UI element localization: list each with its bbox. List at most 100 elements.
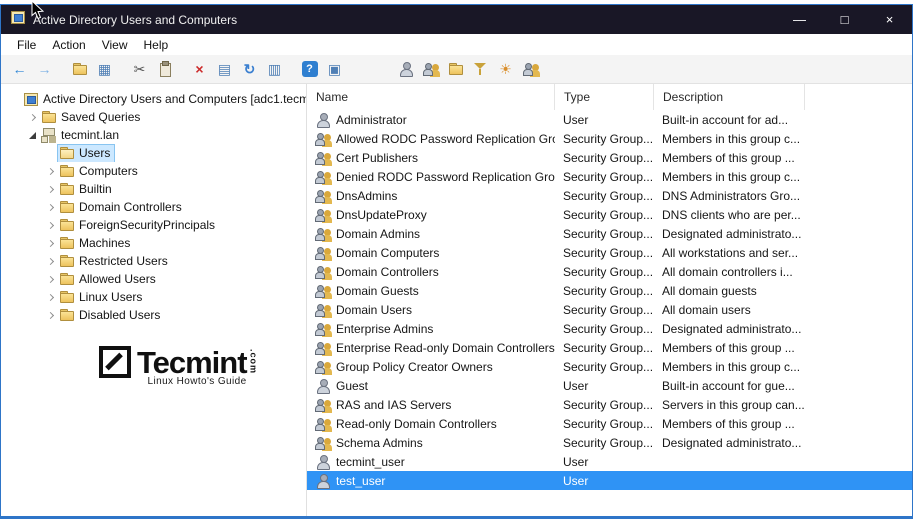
title-bar[interactable]: Active Directory Users and Computers —□× (1, 5, 912, 34)
list-row-tecmint-user[interactable]: tecmint_userUser (307, 452, 912, 471)
list-row-domain-controllers[interactable]: Domain ControllersSecurity Group...All d… (307, 262, 912, 281)
window-icon[interactable]: ▣ (322, 57, 347, 81)
chevron-collapsed-icon[interactable] (43, 313, 58, 318)
up-one-level-icon[interactable] (67, 57, 92, 81)
list-row-administrator[interactable]: AdministratorUserBuilt-in account for ad… (307, 110, 912, 129)
user-icon (315, 454, 331, 470)
list-header: NameTypeDescription (307, 84, 912, 110)
forward-icon[interactable]: → (32, 57, 57, 81)
chevron-expanded-icon[interactable] (25, 132, 40, 139)
row-type: Security Group... (563, 284, 653, 298)
cell-name: Administrator (307, 110, 555, 129)
minimize-button[interactable]: — (777, 5, 822, 34)
cell-description: All domain controllers i... (654, 262, 805, 281)
tree-item-content: Builtin (58, 181, 116, 198)
row-name: Domain Computers (336, 246, 439, 260)
row-name: Cert Publishers (336, 151, 418, 165)
menu-help[interactable]: Help (136, 36, 177, 54)
tree-item-allowed-users[interactable]: Allowed Users (1, 270, 306, 288)
cell-description: Designated administrato... (654, 319, 805, 338)
list-row-dnsadmins[interactable]: DnsAdminsSecurity Group...DNS Administra… (307, 186, 912, 205)
chevron-collapsed-icon[interactable] (43, 259, 58, 264)
chevron-collapsed-icon[interactable] (43, 295, 58, 300)
tree-item-users[interactable]: Users (1, 144, 306, 162)
main-area: Active Directory Users and Computers [ad… (1, 84, 912, 516)
chevron-collapsed-icon[interactable] (43, 223, 58, 228)
user-icon (315, 112, 331, 128)
tree-item-restricted-users[interactable]: Restricted Users (1, 252, 306, 270)
new-group-icon[interactable] (418, 57, 443, 81)
tree-item-saved-queries[interactable]: Saved Queries (1, 108, 306, 126)
list-row-domain-computers[interactable]: Domain ComputersSecurity Group...All wor… (307, 243, 912, 262)
list-row-domain-guests[interactable]: Domain GuestsSecurity Group...All domain… (307, 281, 912, 300)
tree-item-builtin[interactable]: Builtin (1, 180, 306, 198)
row-name: Enterprise Read-only Domain Controllers (336, 341, 555, 355)
folder-icon (59, 271, 75, 287)
help-icon[interactable]: ? (297, 57, 322, 81)
list-row-guest[interactable]: GuestUserBuilt-in account for gue... (307, 376, 912, 395)
tree-item-label: tecmint.lan (61, 128, 119, 142)
tree-item-disabled-users[interactable]: Disabled Users (1, 306, 306, 324)
chevron-collapsed-icon[interactable] (43, 205, 58, 210)
tree-item-tecmint-lan[interactable]: tecmint.lan (1, 126, 306, 144)
tree-item-active-directory-users-and-computers-adc1-tecmin[interactable]: Active Directory Users and Computers [ad… (1, 90, 306, 108)
refresh-icon[interactable]: ↻ (237, 57, 262, 81)
show-console-tree-icon[interactable]: ▦ (92, 57, 117, 81)
row-name: Administrator (336, 113, 407, 127)
folder-icon (59, 235, 75, 251)
watermark-brand: Tecmint (137, 347, 247, 378)
menu-view[interactable]: View (94, 36, 136, 54)
cell-name: Cert Publishers (307, 148, 555, 167)
advanced-actions-icon[interactable] (518, 57, 543, 81)
new-ou-icon[interactable] (443, 57, 468, 81)
chevron-collapsed-icon[interactable] (43, 169, 58, 174)
list-row-group-policy-creator-owners[interactable]: Group Policy Creator OwnersSecurity Grou… (307, 357, 912, 376)
chevron-collapsed-icon[interactable] (43, 277, 58, 282)
chevron-collapsed-icon[interactable] (25, 115, 40, 120)
row-type: Security Group... (563, 265, 653, 279)
tree-item-domain-controllers[interactable]: Domain Controllers (1, 198, 306, 216)
back-icon[interactable]: ← (7, 57, 32, 81)
cut-icon[interactable]: ✂ (127, 57, 152, 81)
export-list-icon[interactable]: ▤ (212, 57, 237, 81)
list-row-dnsupdateproxy[interactable]: DnsUpdateProxySecurity Group...DNS clien… (307, 205, 912, 224)
tree-item-computers[interactable]: Computers (1, 162, 306, 180)
delete-icon[interactable]: × (187, 57, 212, 81)
list-row-denied-rodc-password-replication-group[interactable]: Denied RODC Password Replication GroupSe… (307, 167, 912, 186)
close-button[interactable]: × (867, 5, 912, 34)
column-header-description[interactable]: Description (654, 84, 805, 110)
list-row-allowed-rodc-password-replication-gro[interactable]: Allowed RODC Password Replication Gro...… (307, 129, 912, 148)
find-icon[interactable]: ☀ (493, 57, 518, 81)
row-name: DnsAdmins (336, 189, 397, 203)
list-row-schema-admins[interactable]: Schema AdminsSecurity Group...Designated… (307, 433, 912, 452)
row-type: Security Group... (563, 398, 653, 412)
list-row-domain-users[interactable]: Domain UsersSecurity Group...All domain … (307, 300, 912, 319)
column-header-type[interactable]: Type (555, 84, 654, 110)
list-row-cert-publishers[interactable]: Cert PublishersSecurity Group...Members … (307, 148, 912, 167)
list-row-domain-admins[interactable]: Domain AdminsSecurity Group...Designated… (307, 224, 912, 243)
group-icon (315, 321, 331, 337)
chevron-collapsed-icon[interactable] (43, 241, 58, 246)
cell-description: Built-in account for gue... (654, 376, 805, 395)
new-user-icon[interactable] (393, 57, 418, 81)
tree-item-machines[interactable]: Machines (1, 234, 306, 252)
column-header-name[interactable]: Name (307, 84, 555, 110)
tree-item-linux-users[interactable]: Linux Users (1, 288, 306, 306)
list-row-read-only-domain-controllers[interactable]: Read-only Domain ControllersSecurity Gro… (307, 414, 912, 433)
tree-item-foreignsecurityprincipals[interactable]: ForeignSecurityPrincipals (1, 216, 306, 234)
chevron-collapsed-icon[interactable] (43, 187, 58, 192)
list-row-enterprise-read-only-domain-controllers[interactable]: Enterprise Read-only Domain ControllersS… (307, 338, 912, 357)
maximize-button[interactable]: □ (822, 5, 867, 34)
cell-name: Domain Admins (307, 224, 555, 243)
properties-icon[interactable]: ▥ (262, 57, 287, 81)
menu-file[interactable]: File (9, 36, 44, 54)
set-filter-icon[interactable] (468, 57, 493, 81)
group-icon (315, 302, 331, 318)
row-type: Security Group... (563, 322, 653, 336)
paste-icon[interactable] (152, 57, 177, 81)
list-row-test-user[interactable]: test_userUser (307, 471, 912, 490)
list-row-ras-and-ias-servers[interactable]: RAS and IAS ServersSecurity Group...Serv… (307, 395, 912, 414)
menu-action[interactable]: Action (44, 36, 93, 54)
list-row-enterprise-admins[interactable]: Enterprise AdminsSecurity Group...Design… (307, 319, 912, 338)
cell-type: Security Group... (555, 205, 654, 224)
